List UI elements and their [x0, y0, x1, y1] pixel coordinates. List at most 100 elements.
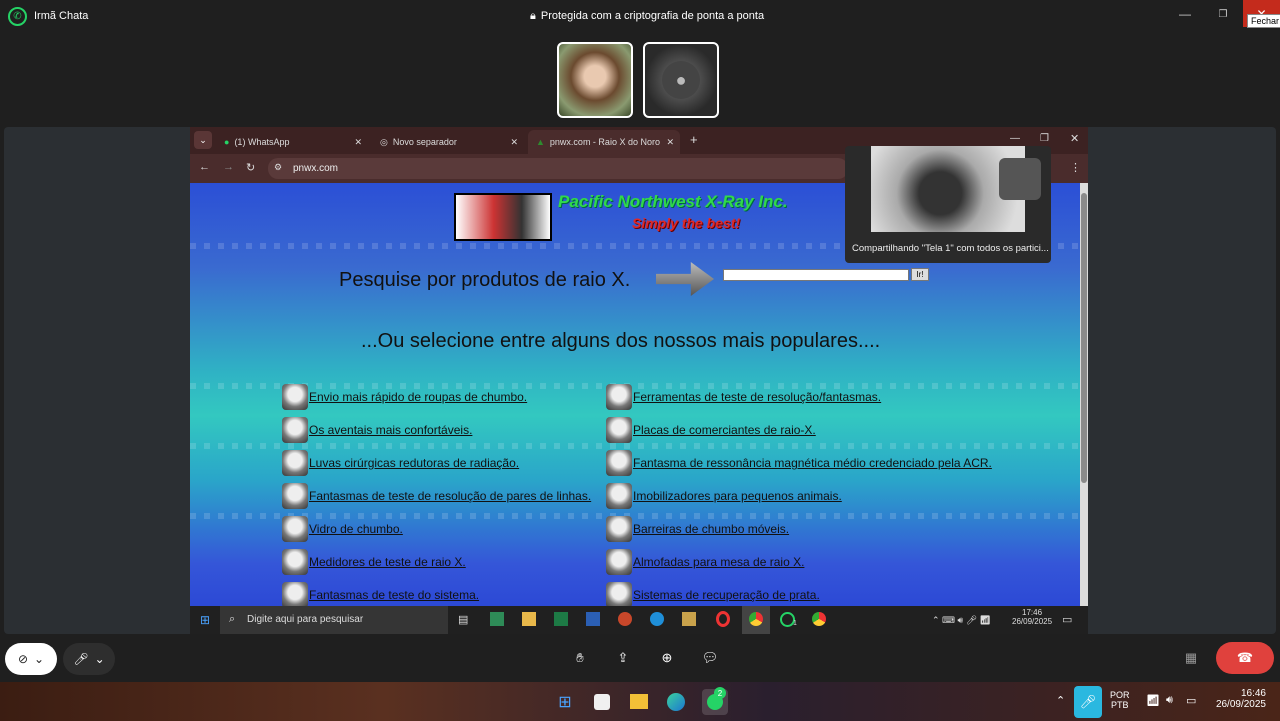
product-link[interactable]: Imobilizadores para pequenos animais.: [606, 483, 842, 509]
xray-logo-image[interactable]: [454, 193, 552, 241]
lock-icon: 🔒︎: [530, 10, 536, 22]
powerpoint-icon[interactable]: [618, 612, 632, 626]
volume-icon[interactable]: 🔊︎: [1166, 694, 1173, 707]
product-link[interactable]: Sistemas de recuperação de prata.: [606, 582, 820, 606]
search-input[interactable]: [723, 269, 909, 281]
whatsapp-tab-icon: ●: [224, 137, 230, 147]
skull-xray-icon: [282, 417, 308, 443]
product-link[interactable]: Fantasmas de teste do sistema.: [282, 582, 479, 606]
keyboard-layout-text: PTB: [1111, 700, 1129, 710]
brand-name: Pacific Northwest X-Ray Inc.: [558, 192, 788, 211]
product-link[interactable]: Barreiras de chumbo móveis.: [606, 516, 789, 542]
share-notice-text: Compartilhando "Tela 1" com todos os par…: [852, 243, 1049, 254]
go-button[interactable]: Ir!: [911, 268, 929, 281]
windows-start-icon[interactable]: ⊞: [555, 692, 575, 712]
new-tab-button[interactable]: +: [690, 132, 698, 147]
raise-hand-icon[interactable]: ✋︎: [570, 648, 590, 668]
product-link[interactable]: Luvas cirúrgicas redutoras de radiação.: [282, 450, 519, 476]
end-call-button[interactable]: ☎: [1216, 642, 1274, 674]
task-view-icon[interactable]: ▤: [458, 613, 468, 626]
link-text: Ferramentas de teste de resolução/fantas…: [633, 390, 882, 404]
close-tab-icon[interactable]: ✕: [510, 137, 518, 148]
microphone-icon: 🎤︎: [73, 652, 89, 666]
layout-icon[interactable]: ▦: [1181, 648, 1201, 668]
battery-icon[interactable]: ▭: [1186, 694, 1196, 707]
close-tab-icon[interactable]: ✕: [666, 137, 674, 148]
file-explorer-icon[interactable]: [630, 694, 648, 709]
notification-badge: 2: [714, 687, 726, 699]
share-screen-icon[interactable]: ⇪: [613, 648, 633, 668]
shared-taskbar: ⊞ ⌕ Digite aqui para pesquisar ▤ 1 ⌃ ⌨ 🔊…: [190, 606, 1088, 634]
tray-icons[interactable]: ⌃ ⌨ 🔊︎ 🎤︎ 📶︎: [932, 615, 991, 626]
search-icon: ⌕: [229, 613, 236, 625]
minimize-button[interactable]: —: [1010, 133, 1020, 144]
skull-xray-icon: [282, 384, 308, 410]
encryption-status: 🔒︎ Protegida com a criptografia de ponta …: [530, 10, 764, 23]
whatsapp-logo-icon: ✆: [8, 7, 27, 26]
chrome-active-icon[interactable]: [742, 606, 770, 634]
menu-icon[interactable]: ⋮: [1070, 161, 1081, 174]
search-prompt: Pesquise por produtos de raio X.: [339, 269, 631, 291]
skull-xray-icon: [282, 582, 308, 606]
app-icon[interactable]: [490, 612, 504, 626]
word-icon[interactable]: [586, 612, 600, 626]
taskbar-search-box[interactable]: ⌕ Digite aqui para pesquisar: [220, 606, 448, 634]
product-link[interactable]: Vidro de chumbo.: [282, 516, 403, 542]
product-link[interactable]: Ferramentas de teste de resolução/fantas…: [606, 384, 881, 410]
media-icon[interactable]: [682, 612, 696, 626]
microphone-toggle-button[interactable]: 🎤︎ ⌄: [63, 643, 115, 675]
chevron-down-icon: ⌄: [34, 652, 45, 666]
product-link[interactable]: Os aventais mais confortáveis.: [282, 417, 472, 443]
maximize-button[interactable]: ❐: [1210, 4, 1236, 24]
scrollbar-thumb[interactable]: [1081, 193, 1087, 483]
windows-start-icon[interactable]: ⊞: [200, 613, 210, 627]
wifi-icon[interactable]: 📶︎: [1146, 694, 1160, 707]
product-link[interactable]: Placas de comerciantes de raio-X.: [606, 417, 816, 443]
reload-icon[interactable]: ↻: [246, 161, 255, 174]
product-link[interactable]: Medidores de teste de raio X.: [282, 549, 466, 575]
minimize-button[interactable]: —: [1172, 4, 1198, 24]
chrome-profile-icon[interactable]: [812, 612, 826, 626]
store-icon[interactable]: [594, 694, 610, 710]
link-text: Medidores de teste de raio X.: [309, 555, 466, 569]
site-favicon-icon: ▲: [536, 137, 545, 147]
skull-xray-icon: [606, 483, 632, 509]
close-tab-icon[interactable]: ✕: [354, 137, 362, 148]
clock[interactable]: 16:46 26/09/2025: [1210, 688, 1266, 710]
language-indicator[interactable]: POR PTB: [1110, 690, 1130, 710]
camera-toggle-button[interactable]: ⊘ ⌄: [5, 643, 57, 675]
close-button[interactable]: ✕: [1070, 132, 1079, 145]
forward-icon[interactable]: →: [223, 161, 234, 173]
participant-video-self[interactable]: [557, 42, 633, 118]
tab-new[interactable]: ◎ Novo separador ✕: [372, 130, 524, 154]
add-participant-icon[interactable]: ⊕: [657, 648, 677, 668]
page-scrollbar[interactable]: [1080, 183, 1088, 606]
product-link[interactable]: Fantasmas de teste de resolução de pares…: [282, 483, 591, 509]
address-bar[interactable]: ⚙ pnwx.com: [268, 158, 848, 179]
edge-icon[interactable]: [667, 693, 685, 711]
file-explorer-icon[interactable]: [522, 612, 536, 626]
skull-xray-icon: [606, 516, 632, 542]
back-icon[interactable]: ←: [199, 161, 210, 173]
skull-xray-icon: [606, 582, 632, 606]
microphone-active-icon[interactable]: 🎤︎: [1074, 686, 1102, 718]
edge-icon[interactable]: [650, 612, 664, 626]
chat-icon[interactable]: 💬︎: [700, 648, 720, 668]
slogan: Simply the best!: [632, 215, 741, 231]
tab-search-icon[interactable]: ⌄: [194, 131, 212, 149]
tab-pnwx[interactable]: ▲ pnwx.com - Raio X do Noroeste ✕: [528, 130, 680, 154]
show-hidden-icons[interactable]: ⌃: [1056, 694, 1065, 707]
tab-whatsapp[interactable]: ● (1) WhatsApp ✕: [216, 130, 368, 154]
clock[interactable]: 17:46 26/09/2025: [1012, 608, 1052, 626]
product-link[interactable]: Almofadas para mesa de raio X.: [606, 549, 804, 575]
notifications-icon[interactable]: ▭: [1062, 613, 1072, 626]
product-link[interactable]: Fantasma de ressonância magnética médio …: [606, 450, 992, 476]
maximize-button[interactable]: ❐: [1040, 133, 1049, 144]
opera-icon[interactable]: [716, 611, 730, 627]
product-link[interactable]: Envio mais rápido de roupas de chumbo.: [282, 384, 527, 410]
excel-icon[interactable]: [554, 612, 568, 626]
skull-xray-icon: [282, 516, 308, 542]
skull-xray-icon: [606, 384, 632, 410]
site-info-icon[interactable]: ⚙: [274, 162, 282, 173]
participant-video-other[interactable]: ●: [643, 42, 719, 118]
